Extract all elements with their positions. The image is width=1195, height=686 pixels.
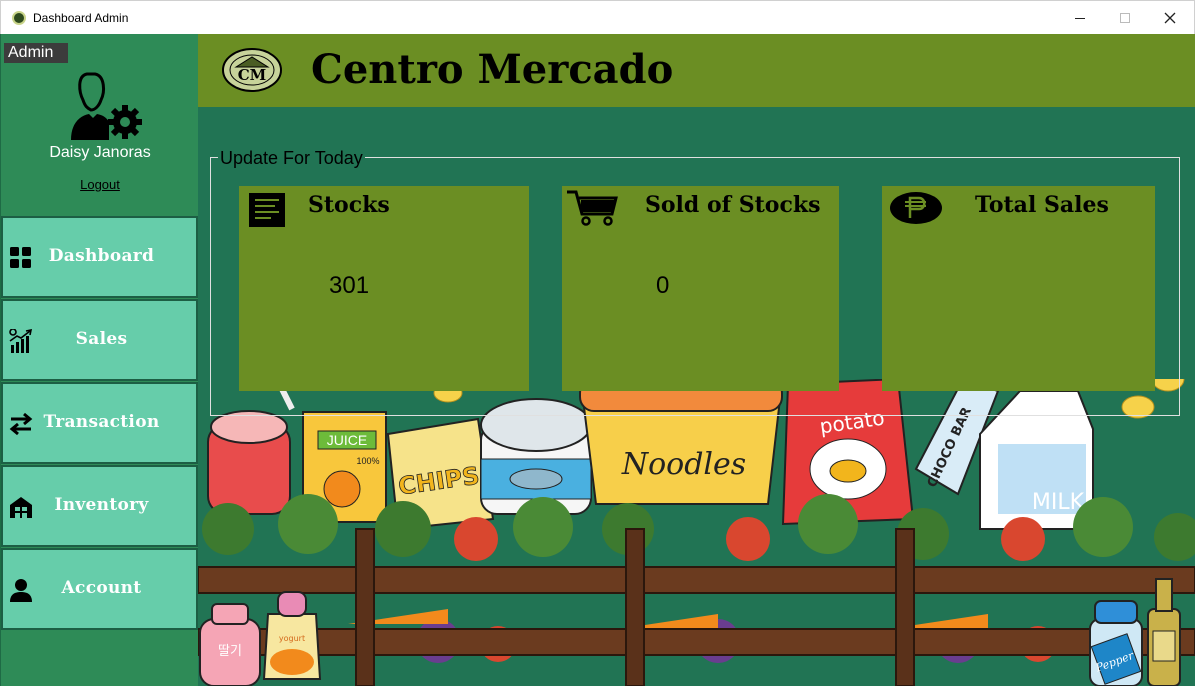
centro-mercado-logo: CM <box>222 48 282 92</box>
groupbox-title: Update For Today <box>218 148 365 169</box>
user-name: Daisy Janoras <box>49 144 151 161</box>
card-title: Sold of Stocks <box>645 192 821 218</box>
close-icon <box>1164 12 1176 24</box>
window-titlebar: Dashboard Admin <box>0 0 1195 34</box>
role-badge: Admin <box>4 43 68 63</box>
app-icon <box>12 11 26 25</box>
maximize-icon <box>1120 13 1130 23</box>
logout-link[interactable]: Logout <box>1 177 199 192</box>
brand-title: Centro Mercado <box>311 46 674 93</box>
svg-text:JUICE: JUICE <box>327 432 367 448</box>
peso-icon <box>890 192 942 224</box>
total-sales-card: Total Sales <box>882 186 1155 391</box>
sidebar-item-account[interactable]: Account <box>1 548 198 630</box>
sidebar-item-transaction[interactable]: Transaction <box>1 382 198 464</box>
svg-text:MILK: MILK <box>1032 490 1085 515</box>
svg-text:CM: CM <box>238 66 267 84</box>
main-content: CM Centro Mercado JUICE 100% CHIPS Noodl… <box>198 34 1195 686</box>
card-title: Stocks <box>308 192 390 218</box>
sidebar-item-label: Transaction <box>43 412 160 432</box>
svg-text:딸기: 딸기 <box>218 644 242 659</box>
sold-stocks-card: Sold of Stocks 0 <box>562 186 839 391</box>
sidebar-item-sales[interactable]: Sales <box>1 299 198 381</box>
grocery-illustration: JUICE 100% CHIPS Noodles potato CHOCO BA… <box>198 379 1195 686</box>
sidebar-item-label: Account <box>61 578 142 598</box>
sidebar-item-inventory[interactable]: Inventory <box>1 465 198 547</box>
sidebar: Admin Daisy Janoras Logout Dashboard Sal… <box>0 34 198 686</box>
stocks-card: Stocks 301 <box>239 186 529 391</box>
receipt-icon <box>249 193 285 227</box>
close-button[interactable] <box>1147 1 1193 35</box>
sidebar-item-dashboard[interactable]: Dashboard <box>1 216 198 298</box>
maximize-button[interactable] <box>1102 1 1148 35</box>
svg-text:Noodles: Noodles <box>621 447 746 482</box>
stocks-value: 301 <box>329 272 370 299</box>
sidebar-item-label: Dashboard <box>48 246 155 266</box>
card-title: Total Sales <box>975 192 1109 218</box>
window-title: Dashboard Admin <box>33 11 129 25</box>
app-header: CM Centro Mercado <box>198 34 1195 107</box>
sold-stocks-value: 0 <box>656 272 670 299</box>
minimize-icon <box>1075 17 1085 19</box>
svg-text:yogurt: yogurt <box>279 634 305 643</box>
sidebar-item-label: Sales <box>75 329 128 349</box>
minimize-button[interactable] <box>1057 1 1103 35</box>
cart-icon <box>567 190 618 226</box>
sidebar-item-label: Inventory <box>54 495 149 515</box>
admin-avatar-icon <box>71 72 142 140</box>
svg-text:100%: 100% <box>356 456 379 466</box>
